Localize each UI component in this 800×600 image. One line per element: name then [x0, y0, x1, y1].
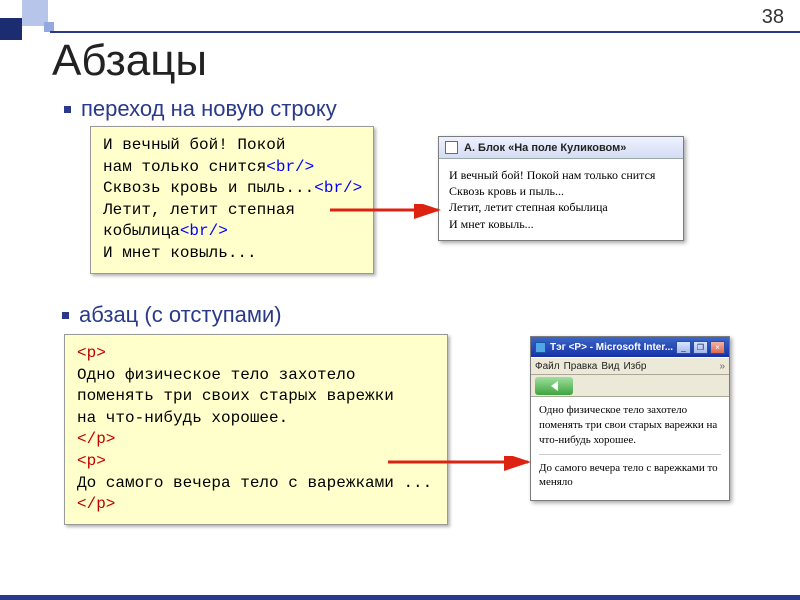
menu-view[interactable]: Вид [601, 361, 619, 372]
browser-body: И вечный бой! Покой нам только снится Ск… [439, 159, 683, 240]
ie-title: Тэг <P> - Microsoft Inter... [535, 342, 673, 353]
bullet-newline: переход на новую строку [64, 96, 337, 122]
ie-menubar: Файл Правка Вид Избр » [531, 357, 729, 375]
browser-window-1: А. Блок «На поле Куликовом» И вечный бой… [438, 136, 684, 241]
code-tag-p: </p> [77, 495, 115, 513]
ie-toolbar [531, 375, 729, 397]
deco-top [0, 0, 800, 38]
arrow-left-icon [551, 381, 558, 391]
code-text: Летит, летит степная [103, 201, 295, 219]
code-tag-p: <p> [77, 452, 106, 470]
code-text: Одно физическое тело захотело [77, 366, 355, 384]
rendered-line: И вечный бой! Покой нам только снится [449, 167, 673, 183]
browser-body: Одно физическое тело захотело поменять т… [531, 397, 729, 500]
browser-titlebar: А. Блок «На поле Куликовом» [439, 137, 683, 159]
deco-square [0, 18, 22, 40]
maximize-button[interactable]: ❐ [693, 341, 708, 354]
rendered-line: Сквозь кровь и пыль... [449, 183, 673, 199]
page-number: 38 [762, 6, 784, 29]
deco-line [50, 31, 800, 33]
code-block-p: <p> Одно физическое тело захотело поменя… [64, 334, 448, 525]
ie-icon [535, 342, 546, 353]
menu-edit[interactable]: Правка [564, 361, 598, 372]
arrow-icon [388, 456, 540, 476]
code-text: Сквозь кровь и пыль... [103, 179, 314, 197]
footer-bar [0, 595, 800, 600]
rendered-paragraph: Одно физическое тело захотело поменять т… [539, 403, 721, 448]
rendered-line: Летит, летит степная кобылица [449, 199, 673, 215]
code-text: И вечный бой! Покой [103, 136, 285, 154]
slide-title: Абзацы [52, 36, 207, 86]
code-text: на что-нибудь хорошее. [77, 409, 288, 427]
page-icon [445, 141, 458, 154]
code-text: И мнет ковыль... [103, 244, 257, 262]
code-text: поменять три своих старых варежки [77, 387, 394, 405]
browser-title: А. Блок «На поле Куликовом» [464, 142, 626, 154]
code-tag-br: <br/> [266, 158, 314, 176]
arrow-icon [330, 204, 450, 224]
code-tag-br: <br/> [314, 179, 362, 197]
bullet-dot-icon [64, 106, 71, 113]
ie-title-text: Тэг <P> - Microsoft Inter... [550, 342, 673, 353]
close-button[interactable]: × [710, 341, 725, 354]
bullet-paragraph: абзац (с отступами) [62, 302, 282, 328]
menu-fav[interactable]: Избр [623, 361, 646, 372]
menu-chevron-icon: » [719, 361, 725, 372]
code-tag-p: </p> [77, 430, 115, 448]
code-tag-br: <br/> [180, 222, 228, 240]
code-tag-p: <p> [77, 344, 106, 362]
bullet-label: переход на новую строку [81, 96, 337, 122]
browser-window-2: Тэг <P> - Microsoft Inter... _ ❐ × Файл … [530, 336, 730, 501]
code-text: кобылица [103, 222, 180, 240]
code-text: нам только снится [103, 158, 266, 176]
code-text: До самого вечера тело с варежками ... [77, 474, 432, 492]
ie-titlebar: Тэг <P> - Microsoft Inter... _ ❐ × [531, 337, 729, 357]
rendered-paragraph: До самого вечера тело с варежками то мен… [539, 461, 721, 491]
bullet-dot-icon [62, 312, 69, 319]
window-buttons: _ ❐ × [676, 341, 725, 354]
minimize-button[interactable]: _ [676, 341, 691, 354]
rendered-line: И мнет ковыль... [449, 216, 673, 232]
code-block-br: И вечный бой! Покой нам только снится<br… [90, 126, 374, 274]
back-button[interactable] [535, 377, 573, 395]
menu-file[interactable]: Файл [535, 361, 560, 372]
divider [539, 454, 721, 455]
bullet-label: абзац (с отступами) [79, 302, 282, 328]
